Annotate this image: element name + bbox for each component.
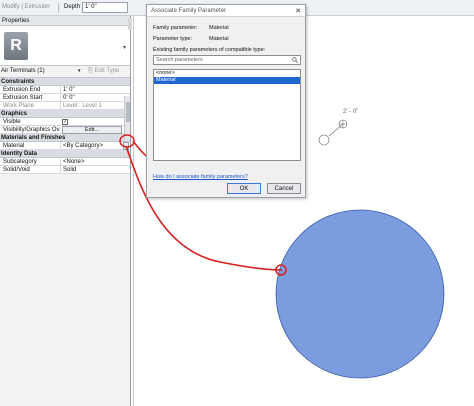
row-visibility-override[interactable]: Visibility/Graphics Ov... Edit... <box>0 126 130 134</box>
subcategory-value[interactable]: <None> <box>60 158 124 166</box>
search-icon <box>292 57 298 63</box>
ok-button[interactable]: OK <box>227 183 261 194</box>
row-label: Solid/Void <box>3 167 30 173</box>
row-work-plane: Work Plane Level : Level 1 <box>0 102 130 110</box>
type-scroll-chevron-icon[interactable]: ▾ <box>123 44 126 51</box>
type-preview: R ▾ <box>0 26 130 66</box>
list-item-none[interactable]: <none> <box>154 70 300 77</box>
properties-palette: Properties R ▾ Air Terminals (1) ▾ ⎘ Edi… <box>0 16 131 406</box>
extrusion-end-value[interactable]: 1' 0" <box>60 86 124 94</box>
edit-type-button[interactable]: ⎘ Edit Type <box>88 68 119 75</box>
work-plane-value: Level : Level 1 <box>60 102 124 110</box>
extrusion-circle <box>275 209 445 379</box>
family-parameter-label: Family parameter: <box>153 25 198 31</box>
row-label: Material <box>3 143 25 149</box>
row-subcategory[interactable]: Subcategory <None> <box>0 158 130 166</box>
level-marker-leader <box>328 123 344 137</box>
row-label: Visible <box>3 119 21 125</box>
help-link[interactable]: How do I associate family parameters? <box>153 174 248 180</box>
type-selector-chevron-icon[interactable]: ▾ <box>78 68 81 74</box>
row-label: Extrusion End <box>3 87 41 93</box>
canvas-scroll-handle[interactable] <box>128 18 132 30</box>
material-value[interactable]: <By Category> <box>60 142 124 150</box>
row-label: Subcategory <box>3 159 37 165</box>
search-icon-lens <box>292 57 297 62</box>
type-selector[interactable]: Air Terminals (1) <box>1 68 85 77</box>
parameter-type-value: Material <box>209 36 229 42</box>
revit-logo-icon: R <box>4 32 28 60</box>
row-material[interactable]: Material <By Category> <box>0 142 130 150</box>
edit-type-label: Edit Type <box>94 68 120 74</box>
dialog-title-bar[interactable]: Associate Family Parameter ✕ <box>147 5 305 17</box>
cancel-button[interactable]: Cancel <box>267 183 301 194</box>
property-grid: Constraints Extrusion End 1' 0" Extrusio… <box>0 78 130 174</box>
dialog-title: Associate Family Parameter <box>151 8 227 14</box>
type-selector-row: Air Terminals (1) ▾ ⎘ Edit Type <box>0 66 130 78</box>
close-icon[interactable]: ✕ <box>295 7 301 15</box>
solid-void-value[interactable]: Solid <box>60 166 124 174</box>
properties-scrollbar[interactable] <box>124 96 130 140</box>
level-marker-icon <box>318 119 348 146</box>
associate-family-parameter-dialog: Associate Family Parameter ✕ Family para… <box>146 4 306 198</box>
extrusion-start-value[interactable]: 0' 0" <box>60 94 124 102</box>
depth-label: Depth <box>64 4 81 10</box>
visibility-edit-button[interactable]: Edit... <box>62 126 122 134</box>
associate-parameter-button[interactable] <box>123 142 129 150</box>
parameter-type-label: Parameter type: <box>153 36 193 42</box>
section-graphics[interactable]: Graphics <box>0 110 130 118</box>
list-item-material[interactable]: Material <box>154 77 300 84</box>
visible-checkbox[interactable]: ✓ <box>62 119 68 125</box>
family-parameter-value: Material <box>209 25 229 31</box>
section-constraints[interactable]: Constraints <box>0 78 130 86</box>
existing-parameters-label: Existing family parameters of compatible… <box>153 47 266 53</box>
level-marker-target <box>338 119 348 129</box>
row-extrusion-start[interactable]: Extrusion Start 0' 0" <box>0 94 130 102</box>
row-visible[interactable]: Visible ✓ <box>0 118 130 126</box>
row-extrusion-end[interactable]: Extrusion End 1' 0" <box>0 86 130 94</box>
depth-input[interactable]: 1' 0" <box>82 2 128 13</box>
section-materials[interactable]: Materials and Finishes <box>0 134 130 142</box>
section-identity[interactable]: Identity Data <box>0 150 130 158</box>
dimension-label[interactable]: 2' - 0" <box>343 109 358 115</box>
scrollbar-thumb[interactable] <box>126 102 130 122</box>
row-label: Extrusion Start <box>3 95 43 101</box>
row-solid-void[interactable]: Solid/Void Solid <box>0 166 130 174</box>
search-parameters-input[interactable]: Search parameters <box>153 55 301 65</box>
properties-title: Properties <box>0 16 130 26</box>
view-border <box>133 16 134 406</box>
options-divider <box>58 3 59 13</box>
row-label: Work Plane <box>3 103 34 109</box>
parameter-list[interactable]: <none> Material <box>153 69 301 161</box>
search-icon-handle <box>295 60 298 63</box>
search-placeholder: Search parameters <box>156 57 203 63</box>
mode-label: Modify | Extrusion <box>2 4 50 10</box>
level-marker-circle <box>318 134 330 146</box>
row-label: Visibility/Graphics Ov... <box>3 127 60 133</box>
annotation-circle-extrusion <box>275 264 287 276</box>
